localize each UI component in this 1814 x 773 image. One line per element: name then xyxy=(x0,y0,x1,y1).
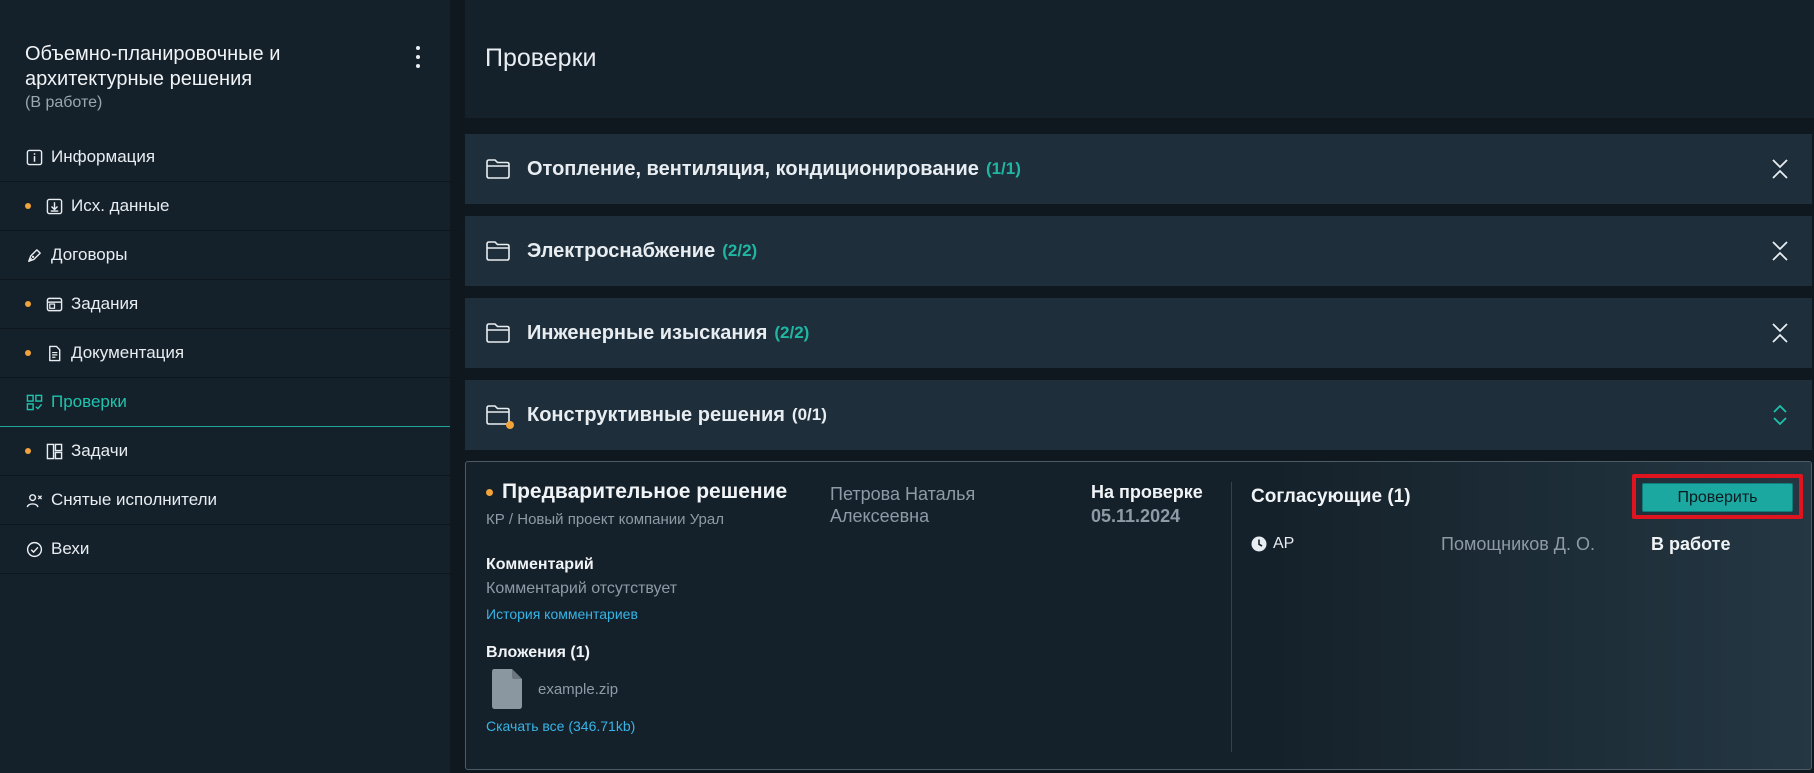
check-subtitle: КР / Новый проект компании Урал xyxy=(486,511,724,528)
more-options-icon[interactable] xyxy=(410,46,426,68)
section-title: Инженерные изыскания xyxy=(527,321,768,344)
sidebar-item-label: Исх. данные xyxy=(71,196,170,215)
section-title: Отопление, вентиляция, кондиционирование xyxy=(527,157,979,180)
approver-name: Помощников Д. О. xyxy=(1441,534,1595,554)
check-info: Предварительное решение КР / Новый проек… xyxy=(486,480,787,734)
document-icon xyxy=(45,344,63,362)
section-hvac[interactable]: Отопление, вентиляция, кондиционирование… xyxy=(465,134,1812,204)
sidebar-item-contracts[interactable]: Договоры xyxy=(0,231,450,280)
section-engineering-surveys[interactable]: Инженерные изыскания (2/2) xyxy=(465,298,1812,368)
check-title-text: Предварительное решение xyxy=(502,480,788,503)
sidebar-item-checks[interactable]: Проверки xyxy=(0,378,450,427)
sidebar-item-label: Проверки xyxy=(51,392,127,411)
comment-label: Комментарий xyxy=(486,556,594,573)
attachment-item[interactable]: example.zip xyxy=(486,668,787,710)
approvers-title: Согласующие (1) xyxy=(1251,486,1411,507)
sidebar-item-label: Вехи xyxy=(51,539,90,558)
grid-check-icon xyxy=(25,393,43,411)
alert-dot xyxy=(25,301,31,307)
performer-name-line1: Петрова Наталья xyxy=(830,484,976,504)
download-box-icon xyxy=(45,197,63,215)
alert-dot xyxy=(486,488,493,496)
sidebar-item-documentation[interactable]: Документация xyxy=(0,329,450,378)
performer-name-line2: Алексеевна xyxy=(830,506,930,526)
check-title: Предварительное решение xyxy=(486,480,787,504)
sidebar-item-assignments[interactable]: Задания xyxy=(0,280,450,329)
window-icon xyxy=(45,295,63,313)
comment-text: Комментарий отсутствует xyxy=(486,580,678,597)
sidebar-item-source-data[interactable]: Исх. данные xyxy=(0,182,450,231)
collapse-icon[interactable] xyxy=(1770,158,1790,180)
status-label: На проверке xyxy=(1091,482,1203,502)
folder-icon xyxy=(485,404,514,429)
download-all-link[interactable]: Скачать все (346.71kb) xyxy=(486,718,787,734)
sidebar-item-label: Договоры xyxy=(51,245,128,264)
sidebar-item-milestones[interactable]: Вехи xyxy=(0,525,450,574)
expand-icon[interactable] xyxy=(1770,404,1790,426)
status-date: 05.11.2024 xyxy=(1091,506,1181,526)
sidebar-item-label: Задачи xyxy=(71,441,129,460)
performer-name: Петрова Наталья Алексеевна xyxy=(830,483,1010,527)
check-circle-icon xyxy=(25,540,43,558)
attachments-label: Вложения (1) xyxy=(486,644,590,661)
section-title: Конструктивные решения xyxy=(527,403,785,426)
project-title: Объемно-планировочные и архитектурные ре… xyxy=(25,43,281,90)
sidebar: Объемно-планировочные и архитектурные ре… xyxy=(0,0,450,773)
section-count: (1/1) xyxy=(985,159,1021,178)
sidebar-item-label: Документация xyxy=(71,343,185,362)
project-status: (В работе) xyxy=(25,94,103,111)
alert-dot xyxy=(25,350,31,356)
folder-icon xyxy=(485,158,511,180)
pen-icon xyxy=(25,246,43,264)
file-icon xyxy=(492,669,522,709)
comment-history-link[interactable]: История комментариев xyxy=(486,606,787,622)
divider xyxy=(1231,482,1232,752)
sidebar-item-removed-performers[interactable]: Снятые исполнители xyxy=(0,476,450,525)
collapse-icon[interactable] xyxy=(1770,322,1790,344)
alert-dot xyxy=(25,203,31,209)
section-count: (0/1) xyxy=(791,405,827,424)
approver-status: В работе xyxy=(1651,534,1731,554)
user-remove-icon xyxy=(25,491,43,509)
collapse-icon[interactable] xyxy=(1770,240,1790,262)
board-icon xyxy=(45,442,63,460)
section-power-supply[interactable]: Электроснабжение (2/2) xyxy=(465,216,1812,286)
sidebar-item-label: Снятые исполнители xyxy=(51,490,218,509)
section-count: (2/2) xyxy=(774,323,810,342)
folder-icon xyxy=(485,322,511,344)
section-title: Электроснабжение xyxy=(527,239,716,262)
section-count: (2/2) xyxy=(722,241,758,260)
sidebar-item-label: Задания xyxy=(71,294,139,313)
alert-dot xyxy=(25,448,31,454)
info-icon xyxy=(25,148,43,166)
page-title: Проверки xyxy=(485,44,597,72)
folder-icon xyxy=(485,240,511,262)
sidebar-item-information[interactable]: Информация xyxy=(0,133,450,182)
sidebar-item-label: Информация xyxy=(51,147,156,166)
highlight-frame: Проверить xyxy=(1632,474,1803,519)
clock-icon xyxy=(1251,536,1267,552)
project-header: Объемно-планировочные и архитектурные ре… xyxy=(25,42,405,113)
check-card: Предварительное решение КР / Новый проек… xyxy=(465,461,1812,770)
check-status: На проверке 05.11.2024 xyxy=(1091,482,1203,527)
sidebar-item-tasks[interactable]: Задачи xyxy=(0,427,450,476)
alert-dot xyxy=(506,421,514,429)
page-header: Проверки xyxy=(465,0,1814,118)
sidebar-nav: Информация Исх. данные Договоры Задания xyxy=(0,133,450,574)
approver-role: АР xyxy=(1273,535,1295,552)
check-button[interactable]: Проверить xyxy=(1642,483,1793,512)
section-structural-solutions[interactable]: Конструктивные решения (0/1) xyxy=(465,380,1812,450)
file-name: example.zip xyxy=(538,680,619,698)
approver-row: АР Помощников Д. О. В работе xyxy=(1251,534,1771,556)
